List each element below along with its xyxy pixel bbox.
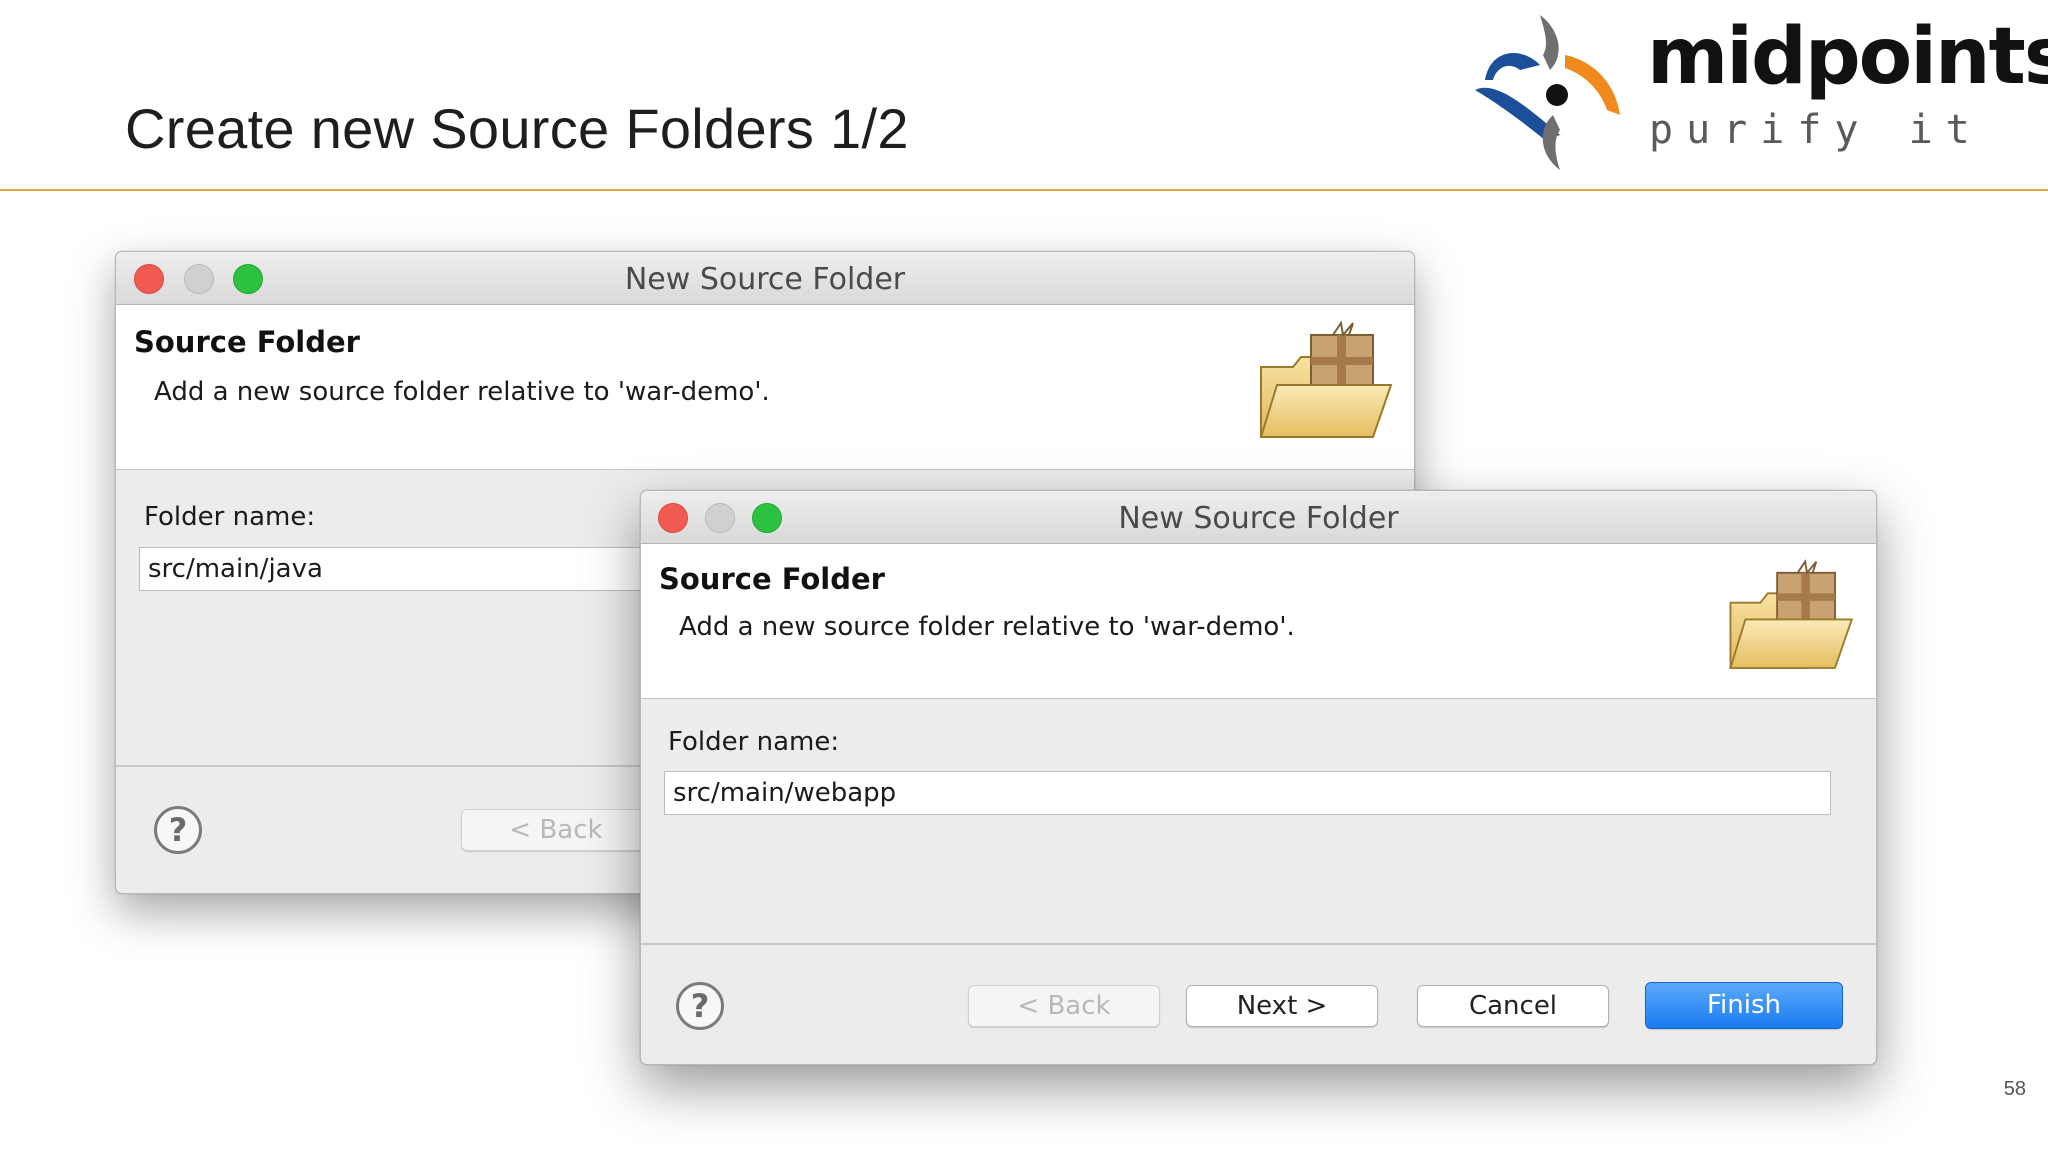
back-button[interactable]: < Back [461,809,651,851]
back-button[interactable]: < Back [968,985,1160,1027]
cancel-button[interactable]: Cancel [1417,985,1609,1027]
dialog-titlebar[interactable]: New Source Folder [116,252,1414,305]
source-folder-package-icon [1259,320,1393,438]
help-button[interactable]: ? [154,806,202,854]
new-source-folder-dialog-front: New Source Folder Source Folder Add a ne… [640,490,1877,1065]
folder-name-label: Folder name: [144,502,316,532]
question-mark-icon: ? [690,987,710,1025]
folder-name-label: Folder name: [668,727,840,757]
logo-tagline: purify it [1649,107,1983,153]
folder-name-input[interactable] [664,771,1831,815]
header-title: Source Folder [659,562,885,596]
midpoints-logo-mark-icon [1475,15,1620,170]
header-description: Add a new source folder relative to 'war… [154,377,770,407]
dialog-title: New Source Folder [624,262,906,297]
dialog-header: Source Folder Add a new source folder re… [116,305,1414,470]
dialog-titlebar[interactable]: New Source Folder [641,491,1876,544]
question-mark-icon: ? [168,811,188,849]
dialog-title: New Source Folder [1118,501,1399,536]
help-button[interactable]: ? [676,982,724,1030]
header-description: Add a new source folder relative to 'war… [679,612,1295,642]
footer-separator [641,943,1876,945]
next-button[interactable]: Next > [1186,985,1378,1027]
page-number: 58 [2003,1078,2026,1100]
dialog-header: Source Folder Add a new source folder re… [641,544,1876,699]
header-title: Source Folder [134,325,360,359]
slide-title: Create new Source Folders 1/2 [125,97,909,160]
finish-button[interactable]: Finish [1645,982,1843,1029]
header-divider [0,189,2048,191]
source-folder-package-icon [1729,559,1854,669]
logo-wordmark: midpoints [1647,12,2048,102]
midpoints-logo: midpoints purify it [1465,10,2048,180]
